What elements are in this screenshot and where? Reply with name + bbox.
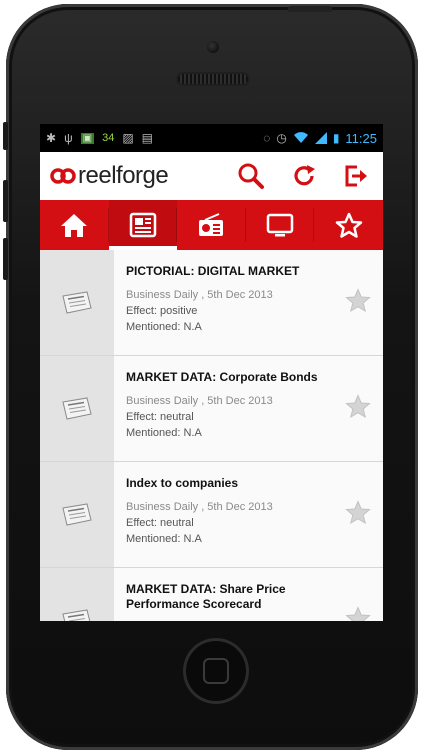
signal-icon bbox=[314, 132, 327, 144]
gallery-icon: ▤ bbox=[141, 131, 154, 145]
logo-text: reelforge bbox=[78, 162, 169, 189]
list-item[interactable]: PICTORIAL: DIGITAL MARKET Business Daily… bbox=[40, 250, 383, 356]
status-bar: ✱ ψ ▣ 34 ▨ ▤ ◌ ◷ ▮ 11:25 bbox=[40, 124, 383, 152]
tab-print[interactable] bbox=[108, 200, 178, 250]
newspaper-thumbnail-icon bbox=[62, 396, 92, 420]
usb-icon: ψ bbox=[64, 131, 73, 145]
tab-favorites[interactable] bbox=[314, 200, 383, 250]
search-icon[interactable] bbox=[237, 162, 265, 190]
tab-tv[interactable] bbox=[246, 200, 315, 250]
notification-badge: ▣ bbox=[80, 132, 95, 144]
front-camera bbox=[207, 41, 219, 53]
power-button bbox=[288, 6, 332, 12]
app-screen: ✱ ψ ▣ 34 ▨ ▤ ◌ ◷ ▮ 11:25 reelforge PICTO… bbox=[40, 124, 383, 621]
list-item[interactable]: Index to companies Business Daily , 5th … bbox=[40, 462, 383, 568]
reelforge-logo: reelforge bbox=[50, 162, 169, 190]
article-thumbnail bbox=[40, 250, 114, 355]
article-thumbnail bbox=[40, 356, 114, 461]
tab-bar bbox=[40, 200, 383, 250]
clock: 11:25 bbox=[345, 130, 377, 146]
favorite-star-icon[interactable] bbox=[345, 288, 371, 312]
article-title: Index to companies bbox=[126, 476, 239, 490]
logo-mark-icon bbox=[50, 168, 76, 184]
tab-radio[interactable] bbox=[177, 200, 246, 250]
volume-down-button bbox=[3, 238, 8, 280]
sync-icon: ◌ bbox=[263, 131, 271, 145]
favorite-star-icon[interactable] bbox=[345, 394, 371, 418]
home-button-square-icon bbox=[203, 658, 229, 684]
article-mentioned: Mentioned: N.A bbox=[126, 533, 202, 545]
alarm-icon: ◷ bbox=[276, 131, 287, 145]
battery-icon: ▮ bbox=[332, 131, 340, 145]
newspaper-thumbnail-icon bbox=[62, 608, 91, 621]
newspaper-thumbnail-icon bbox=[62, 290, 92, 314]
wifi-icon bbox=[293, 132, 308, 143]
image-icon: ▨ bbox=[122, 131, 134, 145]
article-thumbnail bbox=[40, 568, 114, 621]
favorite-star-icon[interactable] bbox=[345, 606, 371, 621]
home-icon bbox=[61, 214, 88, 237]
article-title: MARKET DATA: Corporate Bonds bbox=[126, 370, 318, 384]
logout-icon[interactable] bbox=[343, 163, 369, 189]
tab-home[interactable] bbox=[40, 200, 109, 250]
list-item[interactable]: MARKET DATA: Corporate Bonds Business Da… bbox=[40, 356, 383, 462]
article-thumbnail bbox=[40, 462, 114, 567]
newspaper-thumbnail-icon bbox=[62, 502, 92, 526]
newspaper-icon bbox=[129, 212, 157, 238]
usb-debug-icon: ✱ bbox=[46, 131, 57, 145]
badge-count: 34 bbox=[102, 132, 115, 144]
volume-up-button bbox=[3, 180, 8, 222]
star-icon bbox=[335, 212, 362, 238]
favorite-star-icon[interactable] bbox=[345, 500, 371, 524]
refresh-icon[interactable] bbox=[291, 163, 317, 189]
radio-icon bbox=[199, 213, 224, 236]
article-title: PICTORIAL: DIGITAL MARKET bbox=[126, 264, 300, 278]
list-item[interactable]: MARKET DATA: Share Price Performance Sco… bbox=[40, 568, 383, 621]
app-header: reelforge bbox=[40, 152, 383, 200]
mute-switch bbox=[3, 122, 8, 150]
tv-icon bbox=[266, 213, 294, 237]
earpiece-speaker bbox=[176, 72, 250, 86]
article-mentioned: Mentioned: N.A bbox=[126, 321, 202, 333]
article-mentioned: Mentioned: N.A bbox=[126, 427, 202, 439]
article-list: PICTORIAL: DIGITAL MARKET Business Daily… bbox=[40, 250, 383, 621]
